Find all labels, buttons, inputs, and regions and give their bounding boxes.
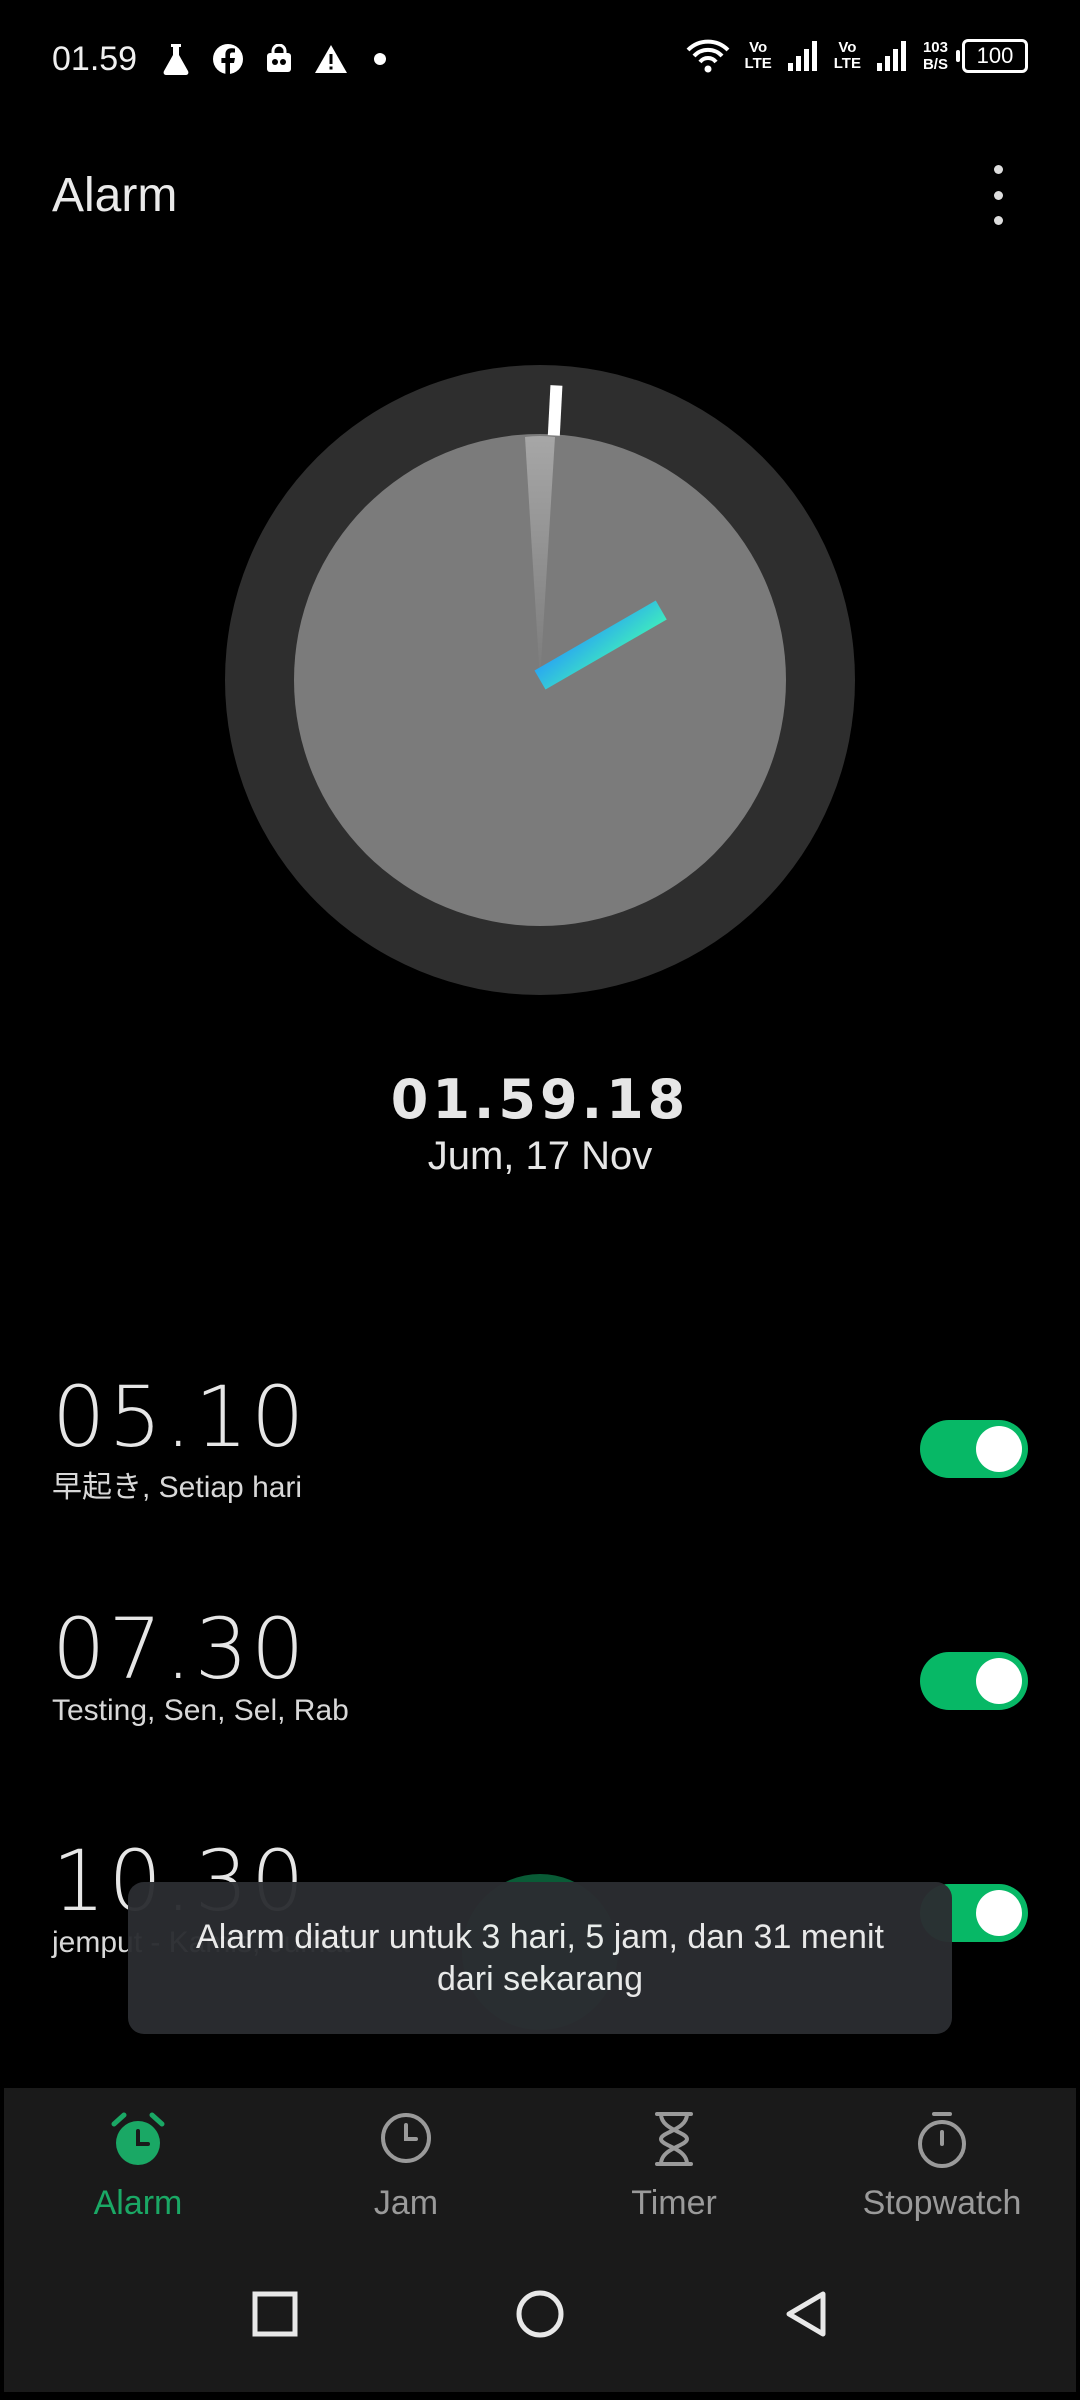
tab-timer[interactable]: Timer	[540, 2088, 808, 2248]
tab-label: Alarm	[93, 2184, 183, 2222]
status-bar: 01.59 Vo LTE Vo LTE 103 B/S 100	[0, 0, 1080, 126]
volte-badge-1: Vo LTE	[744, 39, 772, 72]
bottom-nav: Alarm Jam Timer Stopwatch	[4, 2088, 1076, 2392]
status-right-icons: Vo LTE Vo LTE 103 B/S 100	[685, 38, 1028, 74]
analog-clock	[225, 365, 855, 995]
tab-label: Timer	[631, 2184, 717, 2222]
facebook-icon	[213, 44, 243, 75]
signal-icon	[787, 41, 817, 71]
net-speed: 103 B/S	[922, 39, 948, 73]
volte-badge-2: Vo LTE	[833, 39, 861, 72]
more-options-icon[interactable]	[978, 165, 1018, 225]
digital-date: Jum, 17 Nov	[427, 1134, 653, 1178]
stopwatch-icon	[918, 2112, 966, 2168]
home-circle-icon[interactable]	[514, 2288, 566, 2340]
alarm-toggle[interactable]	[920, 1420, 1028, 1478]
alarm-label: 早起き, Setiap hari	[52, 1471, 303, 1504]
alarm-clock-icon	[111, 2112, 165, 2165]
warning-icon	[315, 45, 347, 73]
lab-flask-icon	[163, 44, 189, 75]
recents-square-icon[interactable]	[249, 2288, 301, 2340]
hourglass-icon	[655, 2112, 693, 2166]
tab-label: Jam	[373, 2184, 439, 2222]
tab-stopwatch[interactable]: Stopwatch	[808, 2088, 1076, 2248]
clock-icon	[381, 2113, 431, 2163]
alarm-time[interactable]: 07.30	[52, 1600, 307, 1698]
alarm-label: Testing, Sen, Sel, Rab	[52, 1694, 349, 1727]
status-time: 01.59	[52, 40, 138, 78]
battery-icon: 100	[956, 39, 1028, 73]
wifi-icon	[686, 39, 729, 73]
dot-icon	[374, 53, 386, 65]
alarm-time[interactable]: 05.10	[52, 1368, 307, 1466]
page-title: Alarm	[52, 169, 178, 222]
signal-icon	[876, 41, 906, 71]
notification-icons	[160, 42, 392, 76]
digital-time: 01.59.18	[390, 1068, 690, 1131]
tab-label: Stopwatch	[862, 2184, 1022, 2222]
tab-jam[interactable]: Jam	[272, 2088, 540, 2248]
tab-alarm[interactable]: Alarm	[4, 2088, 272, 2248]
back-triangle-icon[interactable]	[779, 2288, 831, 2340]
toast: Alarm diatur untuk 3 hari, 5 jam, dan 31…	[128, 1882, 952, 2034]
shopping-bag-icon	[267, 44, 291, 72]
alarm-toggle[interactable]	[920, 1652, 1028, 1710]
toast-message: Alarm diatur untuk 3 hari, 5 jam, dan 31…	[196, 1918, 884, 1998]
